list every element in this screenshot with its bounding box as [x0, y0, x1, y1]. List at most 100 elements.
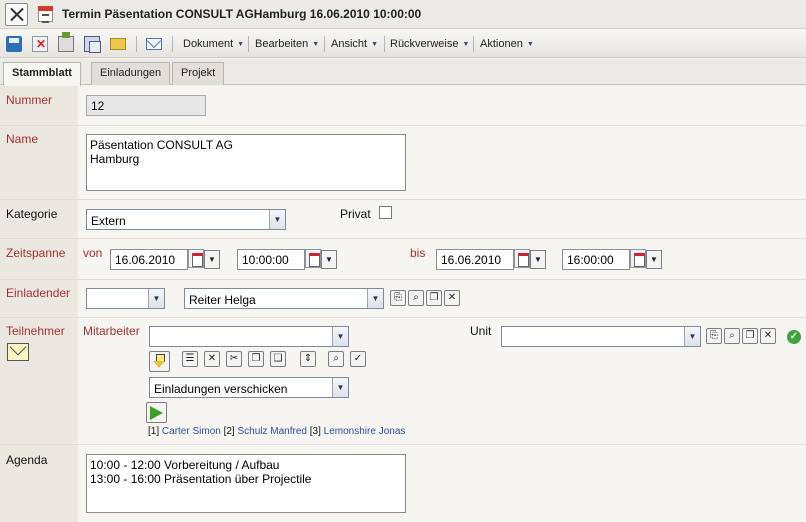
menu-ansicht[interactable]: Ansicht ▼	[331, 38, 378, 50]
menu-bearbeiten[interactable]: Bearbeiten ▼	[255, 38, 319, 50]
copy-icon[interactable]	[84, 36, 101, 53]
einladender-label: Einladender	[6, 286, 71, 300]
mitarbeiter-select[interactable]: ▼	[149, 326, 349, 347]
einladender-value: Reiter Helga	[189, 293, 256, 307]
action-select[interactable]: Einladungen verschicken ▼	[149, 377, 349, 398]
chevron-down-icon: ▼	[371, 41, 379, 48]
tab-einladungen[interactable]: Einladungen	[91, 62, 171, 85]
chevron-down-icon[interactable]: ▼	[332, 327, 348, 346]
von-time-field[interactable]: 10:00:00	[237, 249, 305, 270]
execute-button[interactable]	[146, 402, 167, 423]
chevron-down-icon[interactable]: ▼	[684, 327, 700, 346]
search-icon[interactable]: ⌕	[408, 290, 424, 306]
open-icon[interactable]: ⎘	[706, 328, 722, 344]
privat-label: Privat	[340, 207, 371, 221]
einladender-select[interactable]: Reiter Helga ▼	[184, 288, 384, 309]
copy-icon[interactable]: ❐	[426, 290, 442, 306]
copy-icon[interactable]: ❐	[742, 328, 758, 344]
kategorie-value: Extern	[91, 214, 126, 228]
nummer-label: Nummer	[6, 93, 53, 107]
chevron-down-icon[interactable]: ▼	[269, 210, 285, 229]
check-icon[interactable]: ✓	[350, 351, 366, 367]
paste-icon[interactable]: ❏	[270, 351, 286, 367]
field-cell: Mitarbeiter ▼ Unit ▼ ⎘ ⌕ ❐ ✕ ✓ ☰ ✕ ✂ ❐ ❏…	[78, 318, 806, 444]
menu-aktionen[interactable]: Aktionen ▼	[480, 38, 534, 50]
field-cell: Päsentation CONSULT AG Hamburg	[78, 126, 806, 199]
remove-icon[interactable]: ✕	[760, 328, 776, 344]
field-cell: von 16.06.2010 ▼ 10:00:00 ▼ bis 16.06.20…	[78, 239, 806, 279]
chevron-down-icon: ▼	[237, 41, 245, 48]
von-date-field[interactable]: 16.06.2010	[110, 249, 188, 270]
field-cell: 12	[78, 86, 806, 125]
chevron-down-icon[interactable]: ▼	[332, 378, 348, 397]
toolbar-divider	[473, 36, 474, 52]
clock-icon[interactable]	[305, 249, 321, 268]
mail-icon[interactable]	[146, 38, 162, 50]
row-teilnehmer: Teilnehmer Mitarbeiter ▼ Unit ▼ ⎘ ⌕ ❐ ✕ …	[0, 318, 806, 445]
remove-icon[interactable]: ✕	[204, 351, 220, 367]
toolbar-divider	[136, 36, 137, 52]
print-icon[interactable]	[58, 32, 74, 52]
menu-rueckverweise[interactable]: Rückverweise ▼	[390, 38, 469, 50]
menu-label: Ansicht	[331, 38, 368, 50]
chevron-down-icon: ▼	[462, 41, 470, 48]
menu-dokument[interactable]: Dokument ▼	[183, 38, 244, 50]
sort-icon[interactable]: ⇕	[300, 351, 316, 367]
chevron-down-icon[interactable]: ▼	[367, 289, 383, 308]
mitarbeiter-label: Mitarbeiter	[83, 324, 140, 338]
label-cell: Teilnehmer	[0, 318, 78, 444]
row-nummer: Nummer 12	[0, 86, 806, 126]
participant-link[interactable]: Schulz Manfred	[238, 426, 307, 437]
row-einladender: Einladender ▼ Reiter Helga ▼ ⎘ ⌕ ❐ ✕	[0, 280, 806, 318]
delete-icon[interactable]	[32, 36, 48, 52]
play-icon	[150, 406, 163, 420]
label-cell: Agenda	[0, 445, 78, 522]
save-icon[interactable]	[6, 36, 22, 52]
unit-label: Unit	[470, 324, 492, 338]
window-title: Termin Päsentation CONSULT AGHamburg 16.…	[62, 7, 422, 21]
tab-stammblatt[interactable]: Stammblatt	[3, 62, 81, 86]
copy-icon[interactable]: ❐	[248, 351, 264, 367]
add-participant-button[interactable]	[149, 351, 170, 372]
cut-icon[interactable]: ✂	[226, 351, 242, 367]
name-label: Name	[6, 132, 39, 146]
nummer-field[interactable]: 12	[86, 95, 206, 116]
bis-label: bis	[410, 246, 426, 260]
remove-icon[interactable]: ✕	[444, 290, 460, 306]
participant-link[interactable]: Lemonshire Jonas	[324, 426, 406, 437]
participant-index: [3]	[309, 426, 321, 437]
tab-projekt[interactable]: Projekt	[172, 62, 225, 85]
bis-date-field[interactable]: 16.06.2010	[436, 249, 514, 270]
list-icon[interactable]: ☰	[182, 351, 198, 367]
participant-index: [1]	[148, 426, 160, 437]
chevron-down-icon: ▼	[526, 41, 534, 48]
name-field[interactable]: Päsentation CONSULT AG Hamburg	[86, 134, 406, 191]
calendar-icon[interactable]	[514, 249, 530, 268]
mail-icon[interactable]	[7, 343, 29, 361]
action-value: Einladungen verschicken	[154, 382, 288, 396]
search-icon[interactable]: ⌕	[724, 328, 740, 344]
privat-checkbox[interactable]	[379, 206, 392, 219]
close-icon[interactable]	[5, 3, 28, 26]
agenda-field[interactable]: 10:00 - 12:00 Vorbereitung / Aufbau 13:0…	[86, 454, 406, 513]
unit-select[interactable]: ▼	[501, 326, 701, 347]
einladender-type-select[interactable]: ▼	[86, 288, 165, 309]
chevron-down-icon[interactable]: ▼	[646, 250, 662, 269]
toolbar-divider	[248, 36, 249, 52]
chevron-down-icon[interactable]: ▼	[530, 250, 546, 269]
agenda-label: Agenda	[6, 453, 48, 467]
search-icon[interactable]: ⌕	[328, 351, 344, 367]
calendar-icon[interactable]	[188, 249, 204, 268]
bis-time-field[interactable]: 16:00:00	[562, 249, 630, 270]
row-kategorie: Kategorie Extern ▼ Privat	[0, 200, 806, 239]
clock-icon[interactable]	[630, 249, 646, 268]
zeitspanne-label: Zeitspanne	[6, 246, 66, 260]
participant-link[interactable]: Carter Simon	[162, 426, 221, 437]
open-icon[interactable]: ⎘	[390, 290, 406, 306]
chevron-down-icon[interactable]: ▼	[204, 250, 220, 269]
calendar-icon	[38, 6, 53, 23]
chevron-down-icon[interactable]: ▼	[148, 289, 164, 308]
kategorie-select[interactable]: Extern ▼	[86, 209, 286, 230]
folder-icon[interactable]	[110, 38, 126, 50]
chevron-down-icon[interactable]: ▼	[321, 250, 337, 269]
